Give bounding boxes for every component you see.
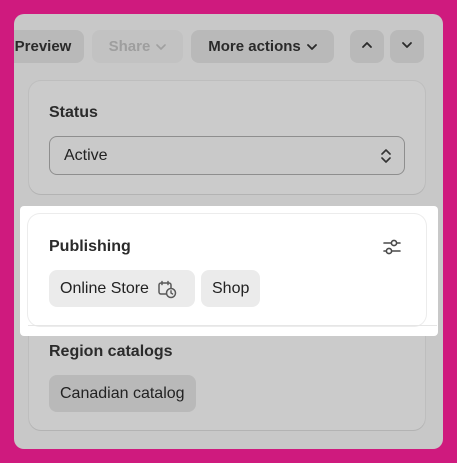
channel-chip-label: Shop <box>212 279 250 297</box>
sliders-icon[interactable] <box>382 238 402 261</box>
next-product-button[interactable] <box>390 30 424 63</box>
status-card: Status Active <box>29 81 425 194</box>
publishing-section: Publishing Online Store Shop <box>28 214 426 326</box>
previous-product-button[interactable] <box>350 30 384 63</box>
status-select-value: Active <box>64 146 108 164</box>
publishing-divider <box>28 325 437 326</box>
preview-button[interactable]: Preview <box>14 30 84 63</box>
more-actions-button[interactable]: More actions <box>191 30 334 63</box>
status-select[interactable]: Active <box>49 136 405 175</box>
catalog-chip-label: Canadian catalog <box>60 384 185 402</box>
more-actions-label: More actions <box>208 38 301 55</box>
channel-chip-shop[interactable]: Shop <box>201 270 261 307</box>
channel-chip-label: Online Store <box>60 279 149 297</box>
region-catalogs-title: Region catalogs <box>49 343 173 360</box>
chevron-down-icon <box>306 42 317 52</box>
status-title: Status <box>49 104 98 121</box>
share-button[interactable]: Share <box>92 30 183 63</box>
chevron-down-icon <box>156 42 167 52</box>
updown-icon <box>380 147 392 170</box>
preview-label: Preview <box>14 38 72 55</box>
catalog-chip[interactable]: Canadian catalog <box>49 375 196 412</box>
share-label: Share <box>108 38 151 55</box>
calendar-clock-icon <box>157 279 177 299</box>
publishing-title: Publishing <box>49 238 131 255</box>
chevron-up-icon <box>361 38 373 55</box>
channel-chip-online-store[interactable]: Online Store <box>49 270 195 307</box>
chevron-down-icon <box>401 38 413 55</box>
